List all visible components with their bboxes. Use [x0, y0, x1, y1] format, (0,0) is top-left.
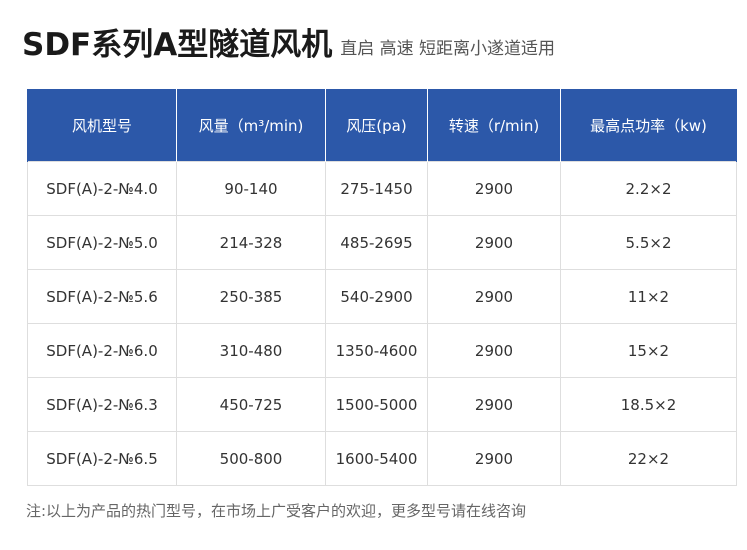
column-header-speed: 转速（r/min) — [427, 89, 561, 162]
cell-speed: 2900 — [427, 377, 561, 432]
column-header-pressure: 风压(pa) — [325, 89, 428, 162]
cell-airflow: 214-328 — [176, 215, 326, 270]
cell-pressure: 1500-5000 — [325, 377, 428, 432]
cell-power: 2.2×2 — [560, 161, 737, 216]
spec-table-body: SDF(A)-2-№4.0 90-140 275-1450 2900 2.2×2… — [27, 161, 737, 486]
spec-table: 风机型号 风量（m³/min) 风压(pa) 转速（r/min) 最高点功率（k… — [27, 89, 737, 486]
cell-speed: 2900 — [427, 269, 561, 324]
page-title: SDF系列A型隧道风机 — [22, 27, 333, 63]
page-header: SDF系列A型隧道风机 直启 高速 短距离小遂道适用 — [22, 18, 555, 64]
cell-power: 5.5×2 — [560, 215, 737, 270]
cell-airflow: 90-140 — [176, 161, 326, 216]
header-row: 风机型号 风量（m³/min) 风压(pa) 转速（r/min) 最高点功率（k… — [27, 89, 737, 162]
cell-airflow: 310-480 — [176, 323, 326, 378]
table-row: SDF(A)-2-№6.5 500-800 1600-5400 2900 22×… — [27, 431, 737, 486]
table-row: SDF(A)-2-№6.3 450-725 1500-5000 2900 18.… — [27, 377, 737, 432]
footer-note: 注:以上为产品的热门型号，在市场上广受客户的欢迎，更多型号请在线咨询 — [26, 502, 527, 520]
page-subtitle: 直启 高速 短距离小遂道适用 — [340, 39, 556, 59]
spec-table-head: 风机型号 风量（m³/min) 风压(pa) 转速（r/min) 最高点功率（k… — [27, 89, 737, 162]
cell-power: 22×2 — [560, 431, 737, 486]
cell-model: SDF(A)-2-№6.5 — [27, 431, 177, 486]
cell-airflow: 500-800 — [176, 431, 326, 486]
cell-speed: 2900 — [427, 215, 561, 270]
cell-pressure: 1600-5400 — [325, 431, 428, 486]
column-header-airflow: 风量（m³/min) — [176, 89, 326, 162]
table-row: SDF(A)-2-№5.0 214-328 485-2695 2900 5.5×… — [27, 215, 737, 270]
cell-power: 18.5×2 — [560, 377, 737, 432]
cell-speed: 2900 — [427, 323, 561, 378]
cell-model: SDF(A)-2-№6.0 — [27, 323, 177, 378]
cell-power: 11×2 — [560, 269, 737, 324]
cell-pressure: 1350-4600 — [325, 323, 428, 378]
cell-model: SDF(A)-2-№6.3 — [27, 377, 177, 432]
cell-power: 15×2 — [560, 323, 737, 378]
cell-pressure: 485-2695 — [325, 215, 428, 270]
column-header-model: 风机型号 — [27, 89, 177, 162]
cell-speed: 2900 — [427, 431, 561, 486]
cell-pressure: 275-1450 — [325, 161, 428, 216]
cell-model: SDF(A)-2-№4.0 — [27, 161, 177, 216]
cell-pressure: 540-2900 — [325, 269, 428, 324]
cell-model: SDF(A)-2-№5.6 — [27, 269, 177, 324]
table-row: SDF(A)-2-№5.6 250-385 540-2900 2900 11×2 — [27, 269, 737, 324]
column-header-power: 最高点功率（kw) — [560, 89, 737, 162]
cell-model: SDF(A)-2-№5.0 — [27, 215, 177, 270]
cell-airflow: 250-385 — [176, 269, 326, 324]
table-row: SDF(A)-2-№4.0 90-140 275-1450 2900 2.2×2 — [27, 161, 737, 216]
cell-speed: 2900 — [427, 161, 561, 216]
table-row: SDF(A)-2-№6.0 310-480 1350-4600 2900 15×… — [27, 323, 737, 378]
cell-airflow: 450-725 — [176, 377, 326, 432]
